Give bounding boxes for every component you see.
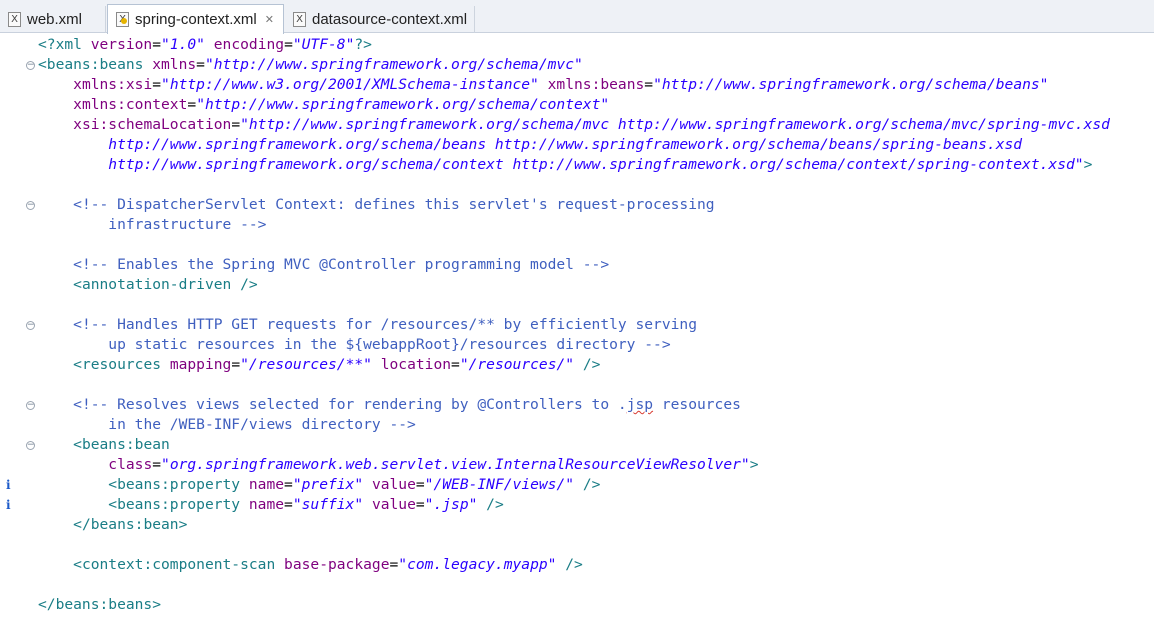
info-marker-icon[interactable]: i <box>6 499 14 511</box>
code-line: http://www.springframework.org/schema/co… <box>108 156 1093 173</box>
xml-file-icon: X <box>8 12 21 27</box>
code-line: <beans:property name="suffix" value=".js… <box>108 496 504 513</box>
fold-collapse-icon[interactable]: − <box>26 61 35 70</box>
vertical-ruler: i i <box>0 34 20 617</box>
spelling-warning: jsp <box>626 396 654 413</box>
code-line: <context:component-scan base-package="co… <box>73 556 583 573</box>
tab-web-xml[interactable]: X web.xml <box>0 6 106 33</box>
code-line: <!-- Handles HTTP GET requests for /reso… <box>73 316 697 333</box>
code-line: <beans:beans xmlns="http://www.springfra… <box>38 56 583 73</box>
code-line: in the /WEB-INF/views directory --> <box>108 416 416 433</box>
tab-label: spring-context.xml <box>135 11 257 28</box>
code-line: xmlns:context="http://www.springframewor… <box>73 96 610 113</box>
code-line: <beans:bean <box>73 436 170 453</box>
code-line: <resources mapping="/resources/**" locat… <box>73 356 601 373</box>
xml-file-icon: X <box>116 12 129 27</box>
code-line: </beans:beans> <box>38 596 162 613</box>
tab-spring-context-xml[interactable]: X spring-context.xml ✕ <box>107 4 284 34</box>
code-line: <annotation-driven /> <box>73 276 258 293</box>
xml-file-icon: X <box>293 12 306 27</box>
code-line: up static resources in the ${webappRoot}… <box>108 336 671 353</box>
code-line: infrastructure --> <box>108 216 267 233</box>
folding-ruler: − − − − − <box>20 34 37 617</box>
code-line: <!-- Enables the Spring MVC @Controller … <box>73 256 610 273</box>
fold-collapse-icon[interactable]: − <box>26 321 35 330</box>
code-line: <?xml version="1.0" encoding="UTF-8"?> <box>38 36 372 53</box>
code-line: xsi:schemaLocation="http://www.springfra… <box>73 116 1110 133</box>
fold-collapse-icon[interactable]: − <box>26 401 35 410</box>
fold-collapse-icon[interactable]: − <box>26 441 35 450</box>
code-line: <beans:property name="prefix" value="/WE… <box>108 476 601 493</box>
close-icon[interactable]: ✕ <box>265 13 274 26</box>
info-marker-icon[interactable]: i <box>6 479 14 491</box>
tab-label: datasource-context.xml <box>312 11 468 28</box>
xml-editor[interactable]: i i − − − − − <?xml version="1.0" encodi… <box>0 34 1154 617</box>
code-line: <!-- Resolves views selected for renderi… <box>73 396 741 413</box>
code-line: <!-- DispatcherServlet Context: defines … <box>73 196 715 213</box>
tab-label: web.xml <box>27 11 83 28</box>
fold-collapse-icon[interactable]: − <box>26 201 35 210</box>
code-area[interactable]: <?xml version="1.0" encoding="UTF-8"?> <… <box>38 35 1154 615</box>
code-line: class="org.springframework.web.servlet.v… <box>108 456 759 473</box>
tab-datasource-context-xml[interactable]: X datasource-context.xml <box>285 6 475 33</box>
code-line: http://www.springframework.org/schema/be… <box>108 136 1023 153</box>
code-line: </beans:bean> <box>73 516 188 533</box>
code-line: xmlns:xsi="http://www.w3.org/2001/XMLSch… <box>73 76 1049 93</box>
editor-tab-bar: X web.xml X spring-context.xml ✕ X datas… <box>0 0 1154 34</box>
